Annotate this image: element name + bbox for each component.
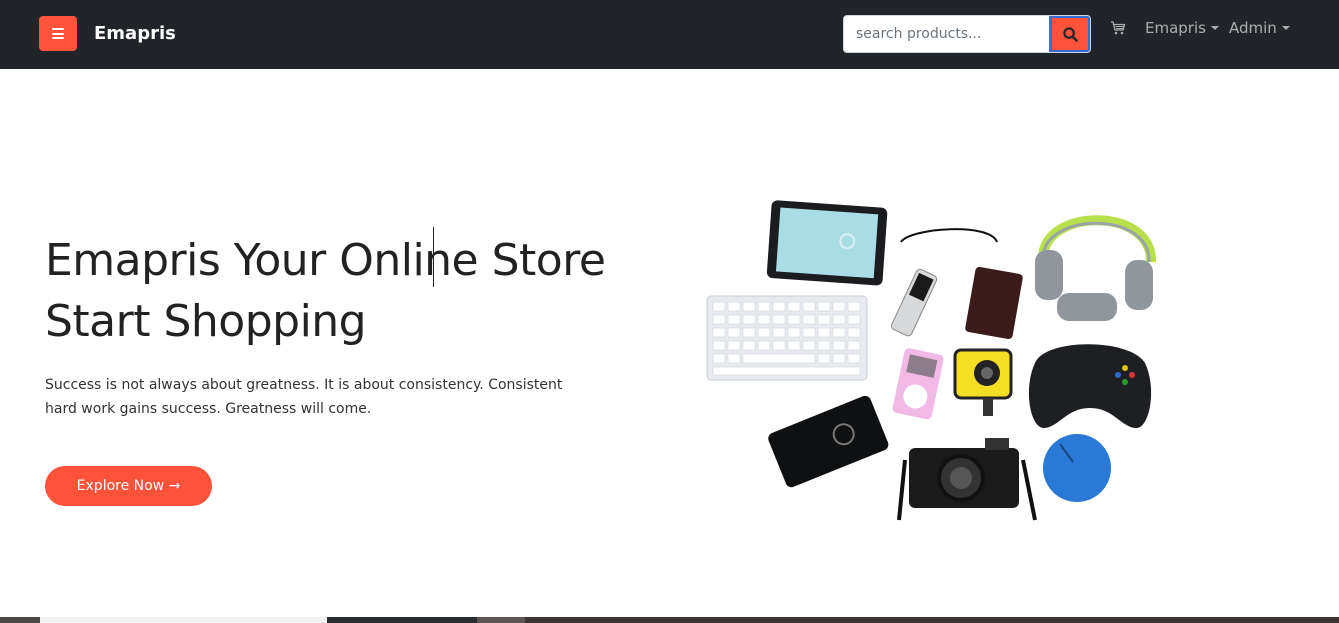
search-input[interactable] bbox=[844, 16, 1050, 52]
keyboard-icon bbox=[706, 295, 868, 381]
tablet-icon bbox=[766, 200, 888, 286]
action-camera-icon bbox=[953, 348, 1013, 416]
search-icon bbox=[1062, 26, 1078, 42]
emapris-dropdown-label: Emapris bbox=[1145, 19, 1206, 37]
lanyard-icon bbox=[900, 228, 998, 243]
headphones-icon bbox=[1035, 215, 1157, 321]
admin-dropdown[interactable]: Admin bbox=[1229, 18, 1290, 38]
emapris-dropdown[interactable]: Emapris bbox=[1145, 18, 1219, 38]
cart-link[interactable] bbox=[1110, 20, 1126, 36]
voice-recorder-icon bbox=[890, 268, 938, 337]
chevron-down-icon bbox=[1281, 26, 1290, 30]
smartphone-icon bbox=[768, 395, 889, 488]
admin-dropdown-label: Admin bbox=[1229, 19, 1277, 37]
next-section-strip bbox=[0, 617, 1339, 623]
device-icon bbox=[965, 266, 1023, 340]
hero-description: Success is not always about greatness. I… bbox=[45, 377, 563, 417]
cart-icon bbox=[1111, 21, 1126, 35]
mouse-icon bbox=[1043, 434, 1111, 502]
electronics-collage-image bbox=[706, 200, 1157, 521]
search-form bbox=[843, 15, 1091, 53]
hero-title-line2: Start Shopping bbox=[45, 296, 367, 347]
hero-title: Emapris Your Online Store Start Shopping bbox=[45, 230, 645, 352]
text-cursor bbox=[433, 227, 434, 287]
menu-toggle-button[interactable] bbox=[39, 16, 77, 51]
top-navbar: Emapris Emapris Admin bbox=[0, 0, 1339, 69]
mp3-player-icon bbox=[892, 348, 944, 420]
explore-now-button[interactable]: Explore Now → bbox=[45, 466, 212, 506]
game-controller-icon bbox=[1028, 344, 1152, 429]
hero-title-line1: Emapris Your Online Store bbox=[45, 235, 606, 286]
camera-icon bbox=[897, 438, 1037, 521]
menu-bars-icon bbox=[52, 28, 64, 39]
chevron-down-icon bbox=[1210, 26, 1219, 30]
brand-link[interactable]: Emapris bbox=[94, 22, 176, 46]
search-button[interactable] bbox=[1049, 16, 1090, 52]
